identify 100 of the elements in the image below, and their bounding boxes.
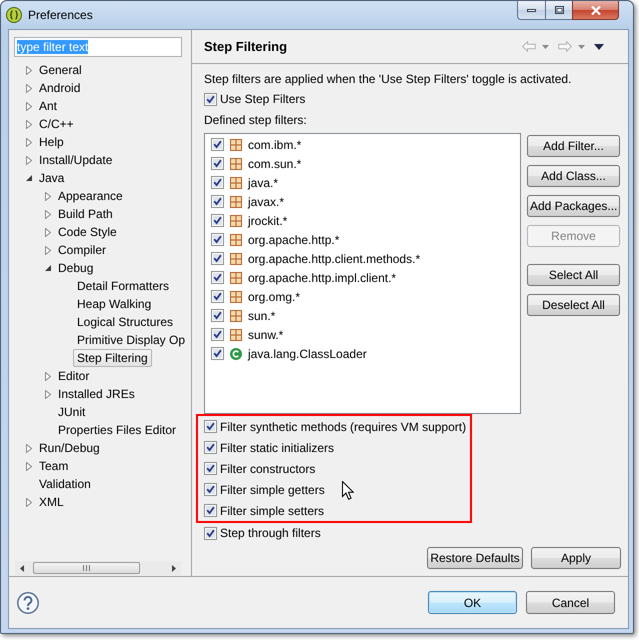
tree-item[interactable]: Step Filtering xyxy=(73,349,152,367)
filter-item[interactable]: java.* xyxy=(248,176,278,190)
checkbox[interactable] xyxy=(211,157,224,170)
checkbox-label[interactable]: Filter simple setters xyxy=(220,504,324,518)
scroll-left-icon[interactable] xyxy=(20,564,24,572)
checkbox[interactable] xyxy=(211,309,224,322)
tree-item[interactable]: JUnit xyxy=(54,403,90,421)
triangle-right-icon[interactable] xyxy=(26,102,32,110)
help-icon[interactable] xyxy=(17,592,39,614)
tree-item[interactable]: Build Path xyxy=(54,205,117,223)
triangle-right-icon[interactable] xyxy=(26,84,32,92)
filter-item[interactable]: jrockit.* xyxy=(248,214,288,228)
filter-item[interactable]: org.omg.* xyxy=(248,290,300,304)
add-packages-button[interactable]: Add Packages... xyxy=(527,195,620,217)
tree-item[interactable]: Compiler xyxy=(54,241,110,259)
triangle-right-icon[interactable] xyxy=(26,498,32,506)
triangle-right-icon[interactable] xyxy=(26,66,32,74)
tree-item[interactable]: Java xyxy=(35,169,68,187)
tree-item[interactable]: Validation xyxy=(35,475,95,493)
checkbox[interactable] xyxy=(204,441,217,454)
tree-item[interactable]: Debug xyxy=(54,259,98,277)
checkbox-label[interactable]: Use Step Filters xyxy=(220,92,306,106)
tree-item[interactable]: Appearance xyxy=(54,187,127,205)
filter-item[interactable]: javax.* xyxy=(248,194,284,208)
caret-icon[interactable] xyxy=(578,44,585,48)
tree-item[interactable]: Primitive Display Op xyxy=(73,331,190,349)
tree-item[interactable]: Run/Debug xyxy=(35,439,104,457)
checkbox[interactable] xyxy=(211,176,224,189)
triangle-down-icon[interactable] xyxy=(26,175,32,181)
triangle-right-icon[interactable] xyxy=(26,462,32,470)
apply-button[interactable]: Apply xyxy=(531,547,621,569)
checkbox[interactable] xyxy=(211,271,224,284)
view-menu-icon[interactable] xyxy=(594,44,604,50)
tree-item[interactable]: Installed JREs xyxy=(54,385,139,403)
caret-icon[interactable] xyxy=(542,44,549,48)
checkbox[interactable] xyxy=(204,483,217,496)
scrollbar-thumb[interactable] xyxy=(33,562,140,574)
maximize-button[interactable] xyxy=(545,1,572,20)
triangle-right-icon[interactable] xyxy=(26,444,32,452)
filter-item[interactable]: java.lang.ClassLoader xyxy=(248,346,367,360)
checkbox[interactable] xyxy=(211,214,224,227)
tree-item[interactable]: XML xyxy=(35,493,68,511)
checkbox[interactable] xyxy=(211,328,224,341)
triangle-right-icon[interactable] xyxy=(45,246,51,254)
triangle-right-icon[interactable] xyxy=(45,390,51,398)
filter-item[interactable]: com.sun.* xyxy=(248,156,302,170)
checkbox[interactable] xyxy=(211,290,224,303)
checkbox[interactable] xyxy=(211,195,224,208)
tree-item[interactable]: Ant xyxy=(35,97,62,115)
deselect-all-button[interactable]: Deselect All xyxy=(527,294,620,316)
checkbox[interactable] xyxy=(211,138,224,151)
tree-item[interactable]: Properties Files Editor xyxy=(54,421,180,439)
checkbox-label[interactable]: Step through filters xyxy=(220,526,321,540)
ok-button[interactable]: OK xyxy=(428,591,517,614)
triangle-down-icon[interactable] xyxy=(45,265,51,271)
checkbox[interactable] xyxy=(204,526,217,540)
filter-item[interactable]: org.apache.http.impl.client.* xyxy=(248,270,396,284)
tree-item[interactable]: C/C++ xyxy=(35,115,78,133)
tree-item[interactable]: Heap Walking xyxy=(73,295,156,313)
scroll-right-icon[interactable] xyxy=(172,564,176,572)
tree-item[interactable]: Code Style xyxy=(54,223,121,241)
triangle-right-icon[interactable] xyxy=(26,138,32,146)
triangle-right-icon[interactable] xyxy=(26,120,32,128)
checkbox-label[interactable]: Filter static initializers xyxy=(220,440,334,454)
checkbox[interactable] xyxy=(204,420,217,433)
close-button[interactable] xyxy=(572,1,619,20)
tree-item[interactable]: Team xyxy=(35,457,72,475)
minimize-button[interactable] xyxy=(517,1,545,20)
horizontal-scrollbar[interactable] xyxy=(15,561,181,575)
checkbox[interactable] xyxy=(204,504,217,517)
checkbox[interactable] xyxy=(204,462,217,475)
select-all-button[interactable]: Select All xyxy=(527,264,620,286)
checkbox-label[interactable]: Filter constructors xyxy=(220,462,316,476)
checkbox[interactable] xyxy=(204,92,217,106)
filter-item[interactable]: sunw.* xyxy=(248,328,284,342)
triangle-right-icon[interactable] xyxy=(45,192,51,200)
tree-item[interactable]: Help xyxy=(35,133,68,151)
checkbox-label[interactable]: Filter simple getters xyxy=(220,482,325,496)
filter-item[interactable]: sun.* xyxy=(248,308,276,322)
checkbox[interactable] xyxy=(211,233,224,246)
add-filter-button[interactable]: Add Filter... xyxy=(527,135,620,157)
checkbox[interactable] xyxy=(211,252,224,265)
filter-item[interactable]: com.ibm.* xyxy=(248,138,302,152)
tree-item[interactable]: Android xyxy=(35,79,84,97)
filter-item[interactable]: org.apache.http.* xyxy=(248,232,340,246)
restore-defaults-button[interactable]: Restore Defaults xyxy=(427,547,523,569)
triangle-right-icon[interactable] xyxy=(45,228,51,236)
filter-item[interactable]: org.apache.http.client.methods.* xyxy=(248,252,420,266)
checkbox[interactable] xyxy=(211,347,224,360)
add-class-button[interactable]: Add Class... xyxy=(527,165,620,187)
triangle-right-icon[interactable] xyxy=(26,156,32,164)
tree-item[interactable]: Editor xyxy=(54,367,94,385)
tree-item[interactable]: General xyxy=(35,61,86,79)
triangle-right-icon[interactable] xyxy=(45,372,51,380)
cancel-button[interactable]: Cancel xyxy=(526,591,615,614)
tree-item[interactable]: Install/Update xyxy=(35,151,116,169)
tree-item[interactable]: Detail Formatters xyxy=(73,277,174,295)
triangle-right-icon[interactable] xyxy=(45,210,51,218)
checkbox-label[interactable]: Filter synthetic methods (requires VM support) xyxy=(220,420,466,434)
tree-item[interactable]: Logical Structures xyxy=(73,313,178,331)
